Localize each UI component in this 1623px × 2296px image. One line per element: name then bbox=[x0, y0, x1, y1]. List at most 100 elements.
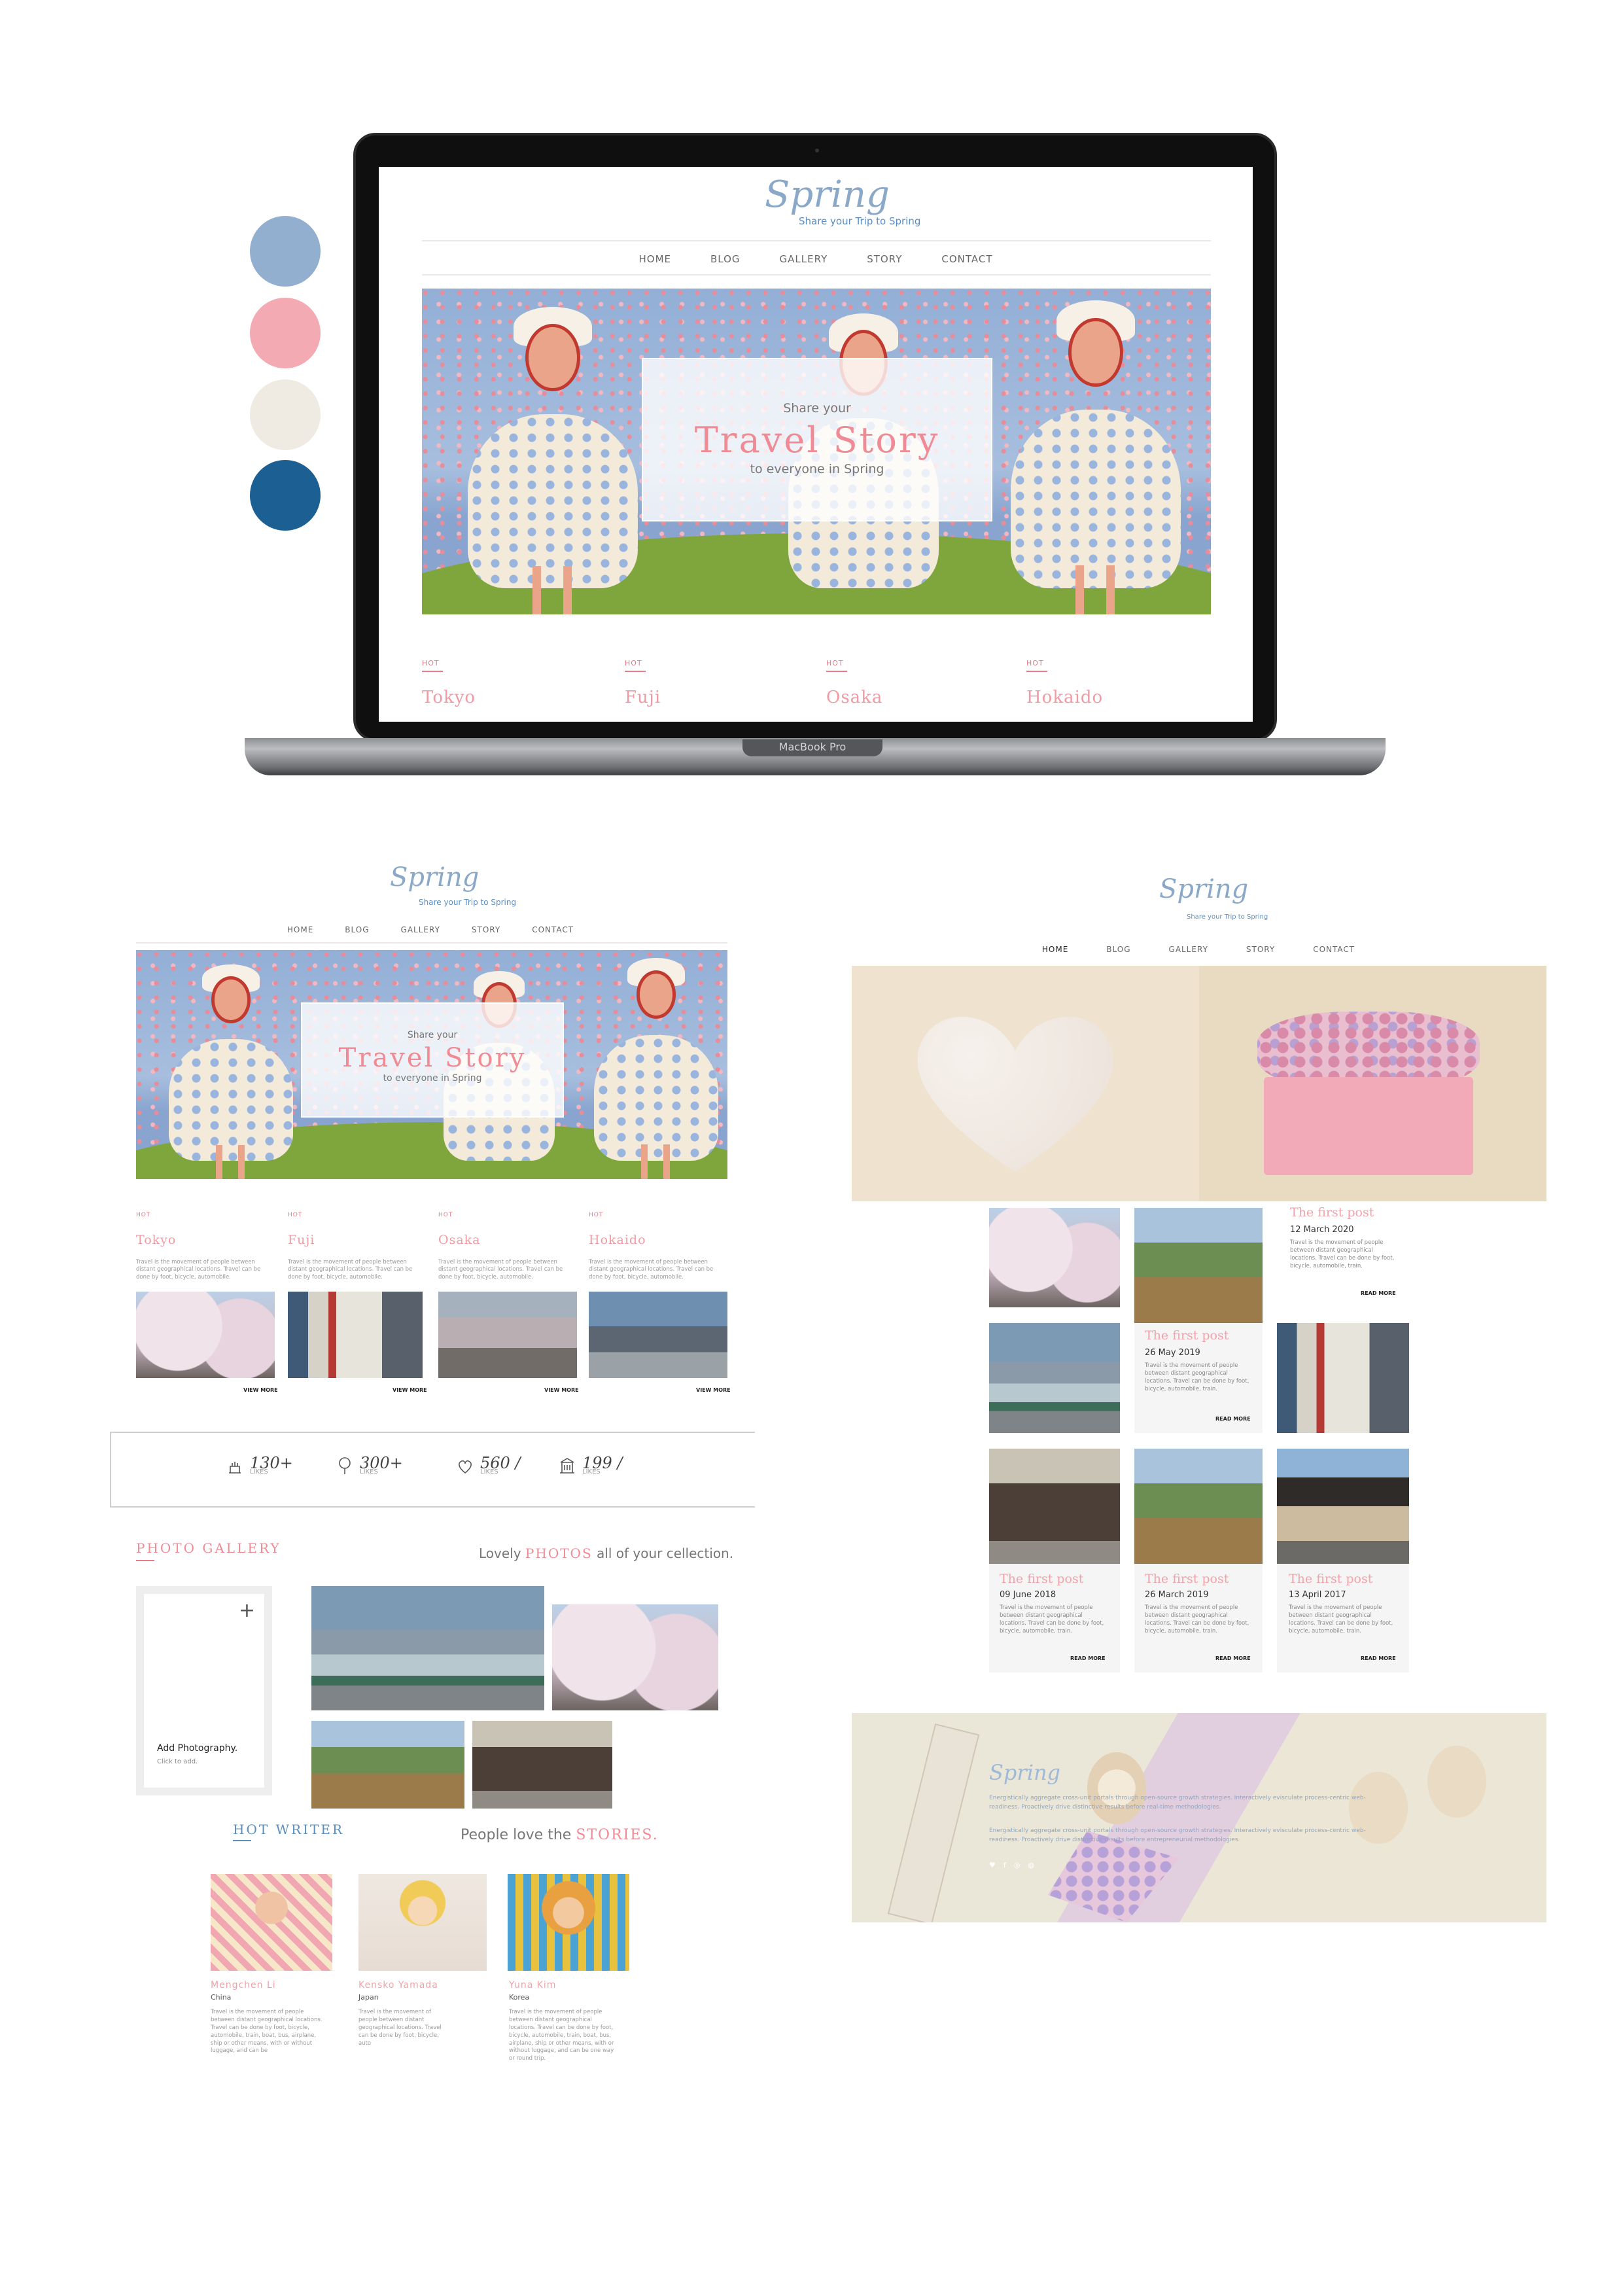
writer-name[interactable]: Mengchen Li bbox=[211, 1980, 276, 1990]
hot-label: HOT bbox=[422, 659, 440, 667]
read-more-link[interactable]: READ MORE bbox=[1070, 1655, 1106, 1661]
cake-icon bbox=[229, 1462, 241, 1474]
blog-photo[interactable] bbox=[989, 1449, 1120, 1564]
tree-icon bbox=[339, 1457, 351, 1474]
blog-photo[interactable] bbox=[989, 1208, 1120, 1307]
hot-city-tokyo[interactable]: Tokyo bbox=[422, 688, 476, 707]
writer-avatar[interactable] bbox=[358, 1874, 487, 1971]
blog-photo[interactable] bbox=[1277, 1323, 1409, 1433]
nav-gallery[interactable]: GALLERY bbox=[401, 925, 440, 934]
blog-photo[interactable] bbox=[1277, 1449, 1409, 1564]
post-title[interactable]: The first post bbox=[1145, 1572, 1229, 1586]
nav-blog[interactable]: BLOG bbox=[345, 925, 369, 934]
social-heart-icon[interactable]: ♥ bbox=[989, 1861, 996, 1869]
site-tagline: Share your Trip to Spring bbox=[419, 898, 517, 907]
post-title[interactable]: The first post bbox=[1289, 1572, 1372, 1586]
nav-blog[interactable]: BLOG bbox=[1106, 945, 1130, 954]
add-plus-icon[interactable]: + bbox=[239, 1599, 255, 1622]
add-photo-card[interactable]: + Add Photography. Click to add. bbox=[136, 1586, 272, 1795]
post-date: 12 March 2020 bbox=[1290, 1225, 1354, 1235]
view-more-link[interactable]: VIEW MORE bbox=[696, 1387, 731, 1393]
writers-subtitle: People love the STORIES. bbox=[461, 1827, 659, 1843]
view-more-link[interactable]: VIEW MORE bbox=[243, 1387, 278, 1393]
nav-blog[interactable]: BLOG bbox=[710, 253, 741, 265]
stat-item: 560 /LIKES bbox=[455, 1454, 521, 1475]
hot-city-osaka[interactable]: Osaka bbox=[438, 1233, 481, 1247]
building-icon bbox=[560, 1458, 574, 1474]
writers-subtitle-em: STORIES. bbox=[576, 1827, 659, 1843]
hot-bar bbox=[1026, 671, 1047, 672]
hot-city-fuji[interactable]: Fuji bbox=[625, 688, 661, 707]
social-dribbble-icon[interactable]: ◍ bbox=[1028, 1861, 1034, 1869]
social-instagram-icon[interactable]: ◎ bbox=[1014, 1861, 1021, 1869]
hero-line1: Share your bbox=[407, 1030, 458, 1040]
writer-avatar[interactable] bbox=[211, 1874, 332, 1971]
post-title[interactable]: The first post bbox=[1145, 1328, 1229, 1343]
hot-label: HOT bbox=[1026, 659, 1044, 667]
writer-desc: Travel is the movement of people between… bbox=[358, 2009, 442, 2047]
blog-photo[interactable] bbox=[989, 1323, 1120, 1433]
hot-photo-hokaido[interactable] bbox=[589, 1292, 727, 1378]
post-date: 26 May 2019 bbox=[1145, 1348, 1200, 1358]
writer-name[interactable]: Kensko Yamada bbox=[358, 1980, 438, 1990]
gallery-subtitle-em: PHOTOS bbox=[525, 1545, 593, 1561]
hot-city-hokaido[interactable]: Hokaido bbox=[589, 1233, 646, 1247]
laptop-camera bbox=[815, 149, 819, 152]
gallery-subtitle-post: all of your cellection. bbox=[592, 1545, 734, 1561]
gallery-photo[interactable] bbox=[552, 1604, 718, 1710]
hot-photo-tokyo[interactable] bbox=[136, 1292, 275, 1378]
hero-line1: Share your bbox=[783, 401, 851, 415]
site-tagline: Share your Trip to Spring bbox=[1187, 913, 1268, 921]
post-title[interactable]: The first post bbox=[1290, 1205, 1374, 1220]
nav-home[interactable]: HOME bbox=[1042, 945, 1068, 954]
hot-photo-fuji[interactable] bbox=[288, 1292, 423, 1378]
nav-story[interactable]: STORY bbox=[1246, 945, 1275, 954]
nav-home[interactable]: HOME bbox=[287, 925, 313, 934]
read-more-link[interactable]: READ MORE bbox=[1215, 1416, 1251, 1422]
footer-paragraph: Energistically aggregate cross-unit port… bbox=[989, 1828, 1366, 1843]
social-facebook-icon[interactable]: f bbox=[1003, 1861, 1006, 1869]
writer-name[interactable]: Yuna Kim bbox=[509, 1980, 556, 1990]
site-logo[interactable]: Spring bbox=[390, 862, 479, 892]
nav-story[interactable]: STORY bbox=[472, 925, 500, 934]
site-logo[interactable]: Spring bbox=[765, 173, 890, 216]
blog-photo[interactable] bbox=[1134, 1449, 1263, 1564]
header-rule bbox=[422, 240, 1211, 241]
read-more-link[interactable]: READ MORE bbox=[1215, 1655, 1251, 1661]
view-more-link[interactable]: VIEW MORE bbox=[393, 1387, 427, 1393]
hot-city-fuji[interactable]: Fuji bbox=[288, 1233, 315, 1247]
main-nav: HOME BLOG GALLERY STORY CONTACT bbox=[379, 253, 1253, 265]
palette-swatch-pink bbox=[250, 298, 321, 368]
hot-city-hokaido[interactable]: Hokaido bbox=[1026, 688, 1103, 707]
nav-contact[interactable]: CONTACT bbox=[1313, 945, 1355, 954]
writer-desc: Travel is the movement of people between… bbox=[509, 2009, 614, 2062]
nav-contact[interactable]: CONTACT bbox=[532, 925, 574, 934]
gallery-photo[interactable] bbox=[311, 1586, 544, 1710]
post-title[interactable]: The first post bbox=[1000, 1572, 1083, 1586]
view-more-link[interactable]: VIEW MORE bbox=[544, 1387, 579, 1393]
hot-city-tokyo[interactable]: Tokyo bbox=[136, 1233, 176, 1247]
hot-bar bbox=[826, 671, 847, 672]
add-photo-hint: Click to add. bbox=[157, 1758, 198, 1765]
writer-avatar[interactable] bbox=[508, 1874, 629, 1971]
writers-heading: HOT WRITER bbox=[233, 1822, 345, 1837]
hot-photo-osaka[interactable] bbox=[438, 1292, 577, 1378]
nav-story[interactable]: STORY bbox=[867, 253, 902, 265]
blog-photo[interactable] bbox=[1134, 1208, 1263, 1323]
gallery-photo[interactable] bbox=[472, 1721, 612, 1809]
site-logo[interactable]: Spring bbox=[1159, 874, 1248, 904]
hot-desc: Travel is the movement of people between… bbox=[136, 1259, 261, 1280]
gallery-photo[interactable] bbox=[311, 1721, 464, 1809]
nav-gallery[interactable]: GALLERY bbox=[1169, 945, 1208, 954]
nav-contact[interactable]: CONTACT bbox=[941, 253, 992, 265]
hot-label: HOT bbox=[136, 1212, 151, 1218]
hot-city-osaka[interactable]: Osaka bbox=[826, 688, 882, 707]
nav-gallery[interactable]: GALLERY bbox=[780, 253, 828, 265]
writer-country: Japan bbox=[358, 1993, 379, 2002]
read-more-link[interactable]: READ MORE bbox=[1361, 1655, 1396, 1661]
stat-item: 130+ LIKES bbox=[225, 1454, 293, 1475]
nav-home[interactable]: HOME bbox=[638, 253, 671, 265]
hot-label: HOT bbox=[625, 659, 642, 667]
read-more-link[interactable]: READ MORE bbox=[1361, 1290, 1396, 1296]
post-desc: Travel is the movement of people between… bbox=[1145, 1604, 1249, 1634]
